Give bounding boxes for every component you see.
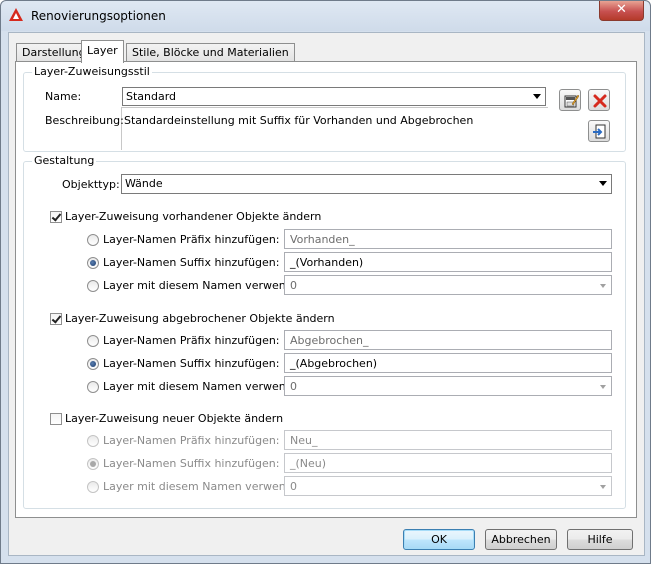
demolished-suffix-radio[interactable]: [87, 358, 99, 370]
import-style-icon: [593, 124, 606, 139]
window-title: Renovierungsoptionen: [31, 9, 166, 23]
demolished-prefix-input[interactable]: Abgebrochen_: [284, 330, 612, 350]
new-objects-checkbox[interactable]: [50, 413, 62, 425]
demolished-prefix-radio[interactable]: [87, 335, 99, 347]
demolished-layer-radio[interactable]: [87, 381, 99, 393]
new-layer-radio: [87, 481, 99, 493]
existing-suffix-input[interactable]: _(Vorhanden): [284, 252, 612, 272]
new-suffix-label: Layer-Namen Suffix hinzufügen:: [103, 457, 280, 470]
demolished-layer-label: Layer mit diesem Namen verwenden:: [103, 380, 311, 393]
new-layer-label: Layer mit diesem Namen verwenden:: [103, 480, 311, 493]
tab-stile-bloecke-materialien[interactable]: Stile, Blöcke und Materialien: [126, 43, 295, 62]
existing-objects-checkbox[interactable]: [50, 211, 62, 223]
demolished-objects-label: Layer-Zuweisung abgebrochener Objekte än…: [65, 312, 335, 325]
edit-style-button[interactable]: [559, 89, 581, 111]
group-title: Layer-Zuweisungsstil: [32, 65, 152, 78]
group-title: Gestaltung: [32, 154, 97, 167]
help-button[interactable]: Hilfe: [567, 529, 633, 550]
demolished-layer-dropdown[interactable]: 0: [284, 376, 612, 396]
delete-icon: [593, 94, 607, 108]
cancel-button[interactable]: Abbrechen: [485, 529, 557, 550]
new-suffix-radio: [87, 458, 99, 470]
dialog-window: Renovierungsoptionen ✕ Darstellung Layer…: [0, 0, 651, 564]
new-layer-value: 0: [290, 480, 297, 493]
description-text: Standardeinstellung mit Suffix für Vorha…: [124, 114, 474, 127]
chevron-down-icon: [600, 385, 606, 389]
demolished-suffix-value: _(Abgebrochen): [290, 357, 378, 370]
ok-button[interactable]: OK: [403, 529, 475, 550]
existing-prefix-input[interactable]: Vorhanden_: [284, 229, 612, 249]
style-name-value: Standard: [126, 90, 177, 103]
chevron-down-icon: [599, 181, 607, 186]
object-type-dropdown[interactable]: Wände: [121, 174, 612, 194]
existing-suffix-radio[interactable]: [87, 257, 99, 269]
new-prefix-input: Neu_: [284, 430, 612, 450]
existing-prefix-label: Layer-Namen Präfix hinzufügen:: [103, 233, 280, 246]
delete-style-button[interactable]: [588, 89, 610, 111]
close-button[interactable]: ✕: [599, 1, 644, 21]
new-suffix-value: _(Neu): [290, 457, 327, 470]
new-prefix-radio: [87, 435, 99, 447]
existing-suffix-label: Layer-Namen Suffix hinzufügen:: [103, 256, 280, 269]
existing-layer-radio[interactable]: [87, 280, 99, 292]
tab-layer[interactable]: Layer: [81, 40, 124, 63]
title-bar[interactable]: Renovierungsoptionen ✕: [1, 1, 650, 31]
layer-tab-panel: Layer-Zuweisungsstil Name: Standard Besc…: [15, 61, 637, 518]
demolished-objects-checkbox[interactable]: [50, 313, 62, 325]
existing-prefix-radio[interactable]: [87, 234, 99, 246]
edit-style-icon: [564, 94, 579, 108]
new-objects-label: Layer-Zuweisung neuer Objekte ändern: [65, 412, 284, 425]
existing-layer-label: Layer mit diesem Namen verwenden:: [103, 279, 311, 292]
dialog-client-area: Darstellung Layer Stile, Blöcke und Mate…: [8, 32, 645, 556]
chevron-down-icon: [533, 94, 541, 99]
object-type-label: Objekttyp:: [62, 178, 120, 191]
demolished-prefix-value: Abgebrochen_: [290, 334, 369, 347]
name-label: Name:: [45, 90, 82, 103]
new-prefix-value: Neu_: [290, 434, 318, 447]
layer-assignment-style-group: Layer-Zuweisungsstil Name: Standard Besc…: [23, 65, 626, 152]
object-type-value: Wände: [125, 177, 163, 190]
chevron-down-icon: [600, 485, 606, 489]
design-group: Gestaltung Objekttyp: Wände Layer-Zuweis…: [23, 154, 626, 509]
existing-prefix-value: Vorhanden_: [290, 233, 355, 246]
style-name-dropdown[interactable]: Standard: [122, 87, 546, 106]
description-label: Beschreibung:: [45, 114, 124, 127]
demolished-suffix-label: Layer-Namen Suffix hinzufügen:: [103, 357, 280, 370]
new-layer-dropdown: 0: [284, 476, 612, 496]
new-suffix-input: _(Neu): [284, 453, 612, 473]
new-prefix-label: Layer-Namen Präfix hinzufügen:: [103, 434, 280, 447]
demolished-suffix-input[interactable]: _(Abgebrochen): [284, 353, 612, 373]
existing-suffix-value: _(Vorhanden): [290, 256, 364, 269]
existing-objects-label: Layer-Zuweisung vorhandener Objekte ände…: [65, 210, 322, 223]
existing-layer-value: 0: [290, 279, 297, 292]
chevron-down-icon: [600, 284, 606, 288]
demolished-prefix-label: Layer-Namen Präfix hinzufügen:: [103, 334, 280, 347]
existing-layer-dropdown[interactable]: 0: [284, 275, 612, 295]
autocad-logo-icon: [9, 8, 23, 21]
demolished-layer-value: 0: [290, 380, 297, 393]
import-style-button[interactable]: [588, 120, 610, 142]
